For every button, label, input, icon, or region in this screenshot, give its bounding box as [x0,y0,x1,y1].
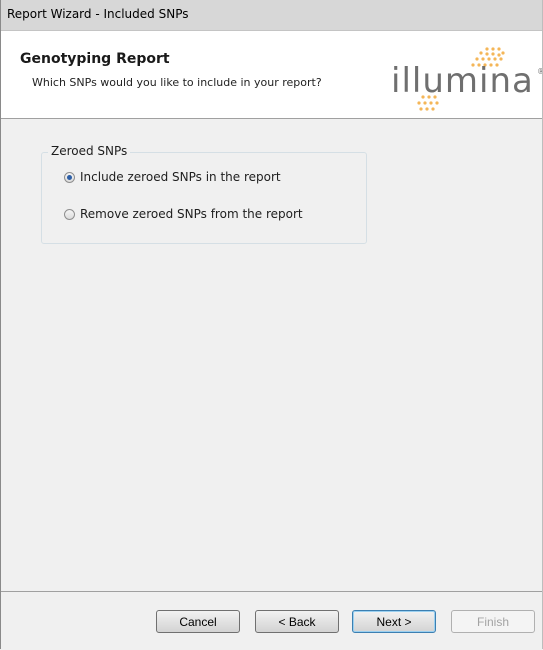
title-bar: Report Wizard - Included SNPs [1,0,543,31]
next-button[interactable]: Next > [352,610,436,633]
radio-button-selected[interactable] [64,171,75,183]
logo-dot [479,51,483,55]
logo-text: illumina [391,61,534,101]
cancel-button[interactable]: Cancel [156,610,240,633]
button-bar: Cancel < Back Next > Finish [1,591,543,650]
include-zeroed-option[interactable]: Include zeroed SNPs in the report [64,168,281,186]
logo-dot [501,51,505,55]
illumina-logo: illumina ® [391,45,543,115]
remove-zeroed-option[interactable]: Remove zeroed SNPs from the report [64,205,303,223]
logo-dot [423,101,427,105]
remove-zeroed-label[interactable]: Remove zeroed SNPs from the report [80,207,303,221]
page-title: Genotyping Report [20,51,170,67]
logo-dot [497,53,501,57]
logo-dot [435,101,439,105]
report-wizard-window: Report Wizard - Included SNPs Genotyping… [0,0,543,650]
logo-dot [431,107,435,111]
logo-dot [485,47,489,51]
logo-dot [491,47,495,51]
logo-dot [419,107,423,111]
logo-dot [485,52,489,56]
logo-dot [429,101,433,105]
page-subtitle: Which SNPs would you like to include in … [32,76,322,89]
logo-dot [417,101,421,105]
finish-button: Finish [451,610,535,633]
logo-dot [491,52,495,56]
logo-dot [425,107,429,111]
zeroed-snps-group: Zeroed SNPs Include zeroed SNPs in the r… [41,144,367,244]
include-zeroed-label[interactable]: Include zeroed SNPs in the report [80,170,281,184]
group-legend: Zeroed SNPs [48,144,131,158]
window-title: Report Wizard - Included SNPs [7,7,189,21]
wizard-header: Genotyping Report Which SNPs would you l… [1,31,543,119]
wizard-content: Zeroed SNPs Include zeroed SNPs in the r… [1,119,543,591]
back-button[interactable]: < Back [255,610,339,633]
logo-dot [497,47,501,51]
radio-button[interactable] [64,208,75,220]
